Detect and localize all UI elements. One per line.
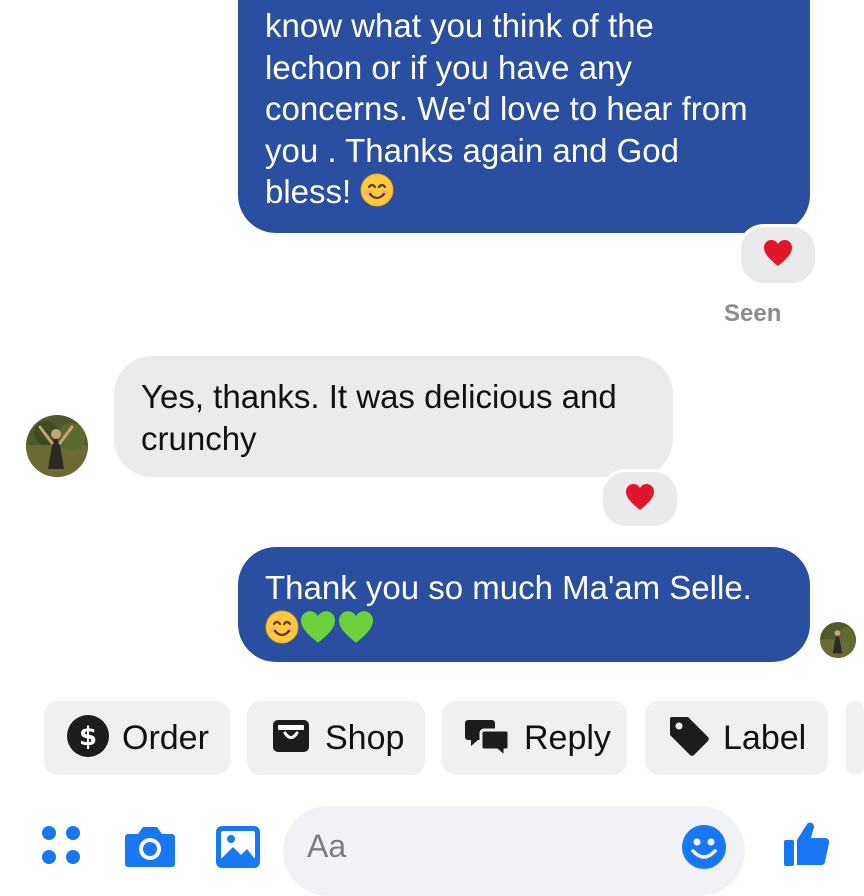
- red-heart-icon: [625, 483, 655, 516]
- gallery-icon[interactable]: [214, 824, 262, 875]
- reaction-badge[interactable]: [738, 224, 818, 286]
- message-line: concerns. We'd love to hear from: [265, 90, 748, 127]
- quick-reply-label: Label: [723, 718, 807, 757]
- emoji-icon[interactable]: [681, 824, 727, 875]
- shopping-bag-icon: [269, 714, 313, 763]
- quick-reply-label: Shop: [325, 718, 405, 757]
- dollar-circle-icon: $: [66, 714, 110, 763]
- message-line: lechon or if you have any: [265, 48, 632, 86]
- message-line: Thank you so much Ma'am Selle.: [265, 569, 752, 606]
- contact-avatar[interactable]: [26, 415, 88, 477]
- smiling-face-icon: [265, 610, 299, 654]
- message-input[interactable]: [307, 828, 667, 865]
- message-line: you . Thanks again and God: [265, 131, 680, 169]
- outgoing-message-bubble[interactable]: know what you think of the lechon or if …: [238, 0, 810, 233]
- quick-reply-overflow[interactable]: [846, 701, 864, 775]
- message-line: Yes, thanks. It was delicious and: [141, 378, 617, 415]
- speech-bubbles-icon: [464, 714, 512, 763]
- read-receipt-avatar: [820, 622, 856, 658]
- quick-reply-label: Order: [122, 718, 209, 757]
- outgoing-message-bubble[interactable]: Thank you so much Ma'am Selle.: [238, 547, 810, 662]
- message-line: know what you think of the: [265, 7, 654, 44]
- message-line: bless!: [265, 173, 352, 210]
- red-heart-icon: [763, 239, 793, 272]
- message-line-with-emoji: bless!: [265, 171, 810, 216]
- message-composer[interactable]: [283, 806, 745, 896]
- quick-reply-shop[interactable]: Shop: [247, 701, 425, 775]
- quick-reply-order[interactable]: $ Order: [44, 701, 230, 775]
- thumbs-up-icon[interactable]: [782, 818, 832, 873]
- green-heart-icon: [337, 610, 375, 654]
- seen-status: Seen: [724, 300, 782, 327]
- quick-reply-label: Reply: [524, 718, 611, 757]
- quick-reply-reply[interactable]: Reply: [442, 701, 627, 775]
- green-heart-icon: [299, 610, 337, 654]
- quick-reply-label-chip[interactable]: Label: [645, 701, 828, 775]
- tag-icon: [667, 714, 711, 763]
- camera-icon[interactable]: [124, 822, 176, 873]
- message-line: crunchy: [141, 419, 257, 457]
- reaction-badge[interactable]: [600, 469, 680, 529]
- smiling-face-icon: [360, 173, 394, 217]
- svg-text:$: $: [79, 722, 97, 752]
- apps-icon[interactable]: [40, 824, 84, 873]
- emoji-row: [265, 609, 810, 651]
- incoming-message-bubble[interactable]: Yes, thanks. It was delicious and crunch…: [114, 356, 673, 477]
